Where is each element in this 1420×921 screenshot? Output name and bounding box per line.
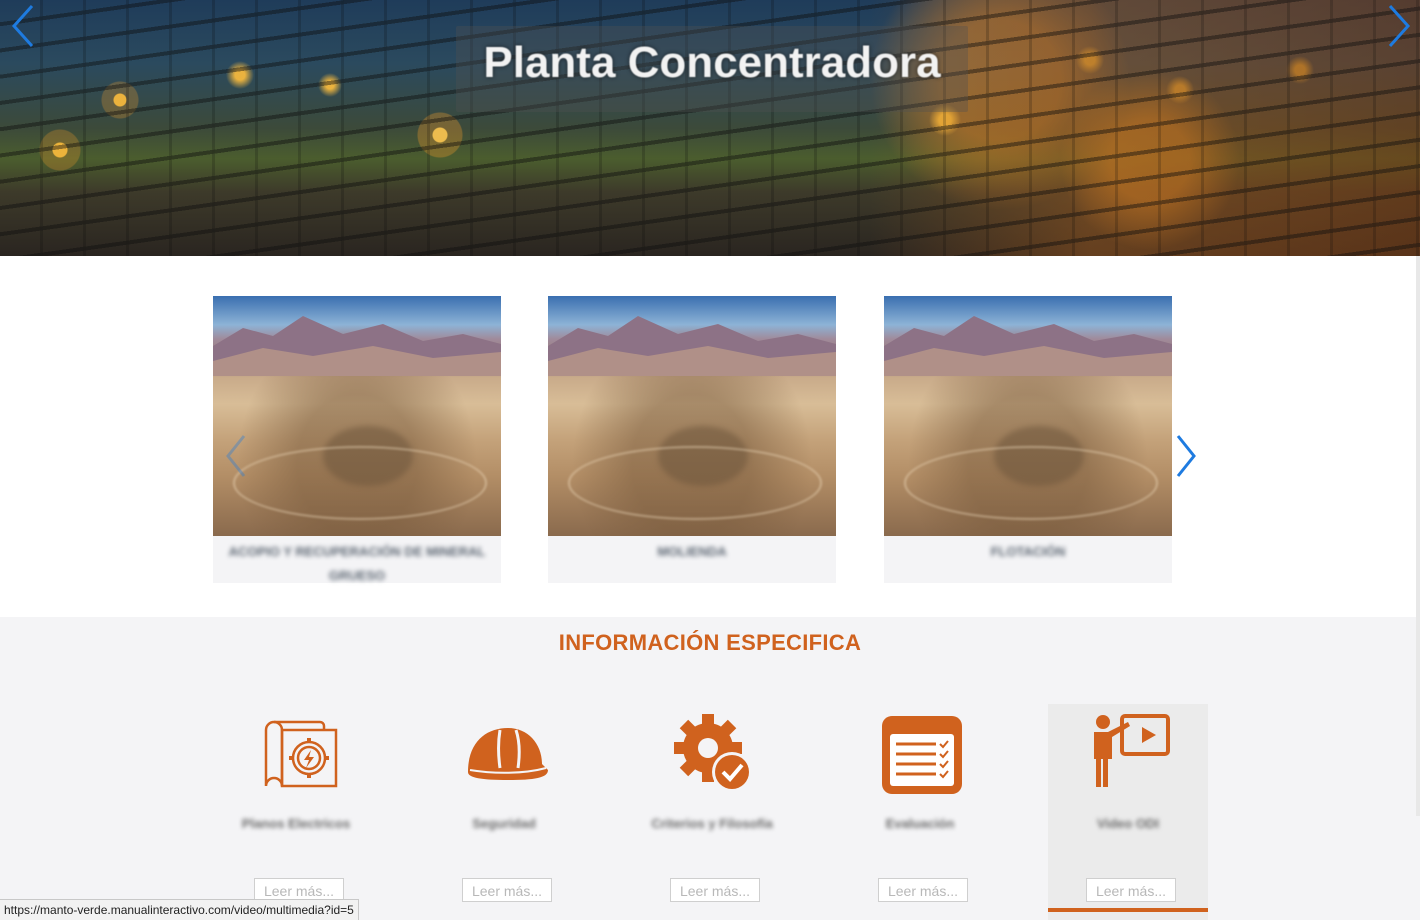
tile-planos-electricos[interactable]: Planos Electricos Leer más...: [216, 704, 376, 920]
card-caption: ACOPIO Y RECUPERACIÓN DE MINERAL GRUESO: [228, 544, 486, 583]
gear-check-icon: [674, 714, 752, 792]
tile-criterios-filosofia[interactable]: Criterios y Filosofía Leer más...: [632, 704, 792, 920]
read-more-button[interactable]: Leer más...: [878, 878, 968, 902]
card-caption: MOLIENDA: [657, 544, 727, 559]
mine-aerial-photo: [213, 296, 501, 536]
tile-label: Planos Electricos: [241, 816, 351, 831]
link-status-bar: https://manto-verde.manualinteractivo.co…: [0, 899, 359, 920]
carousel-card-acopio[interactable]: ACOPIO Y RECUPERACIÓN DE MINERAL GRUESO: [213, 296, 501, 583]
tile-video-odi[interactable]: Video ODI Leer más...: [1048, 704, 1208, 920]
mine-aerial-photo: [884, 296, 1172, 536]
chevron-left-icon: [226, 435, 246, 477]
hero-prev-button[interactable]: [6, 4, 40, 48]
chevron-left-icon: [11, 4, 34, 48]
read-more-button[interactable]: Leer más...: [670, 878, 760, 902]
chevron-right-icon: [1388, 4, 1411, 48]
tile-label: Criterios y Filosofía: [651, 816, 773, 831]
hero-title: Planta Concentradora: [483, 38, 941, 87]
section-title: INFORMACIÓN ESPECIFICA: [558, 630, 862, 655]
checklist-icon: [882, 716, 962, 794]
carousel-card-flotacion[interactable]: FLOTACIÓN: [884, 296, 1172, 583]
card-caption: FLOTACIÓN: [990, 544, 1066, 559]
hero-banner: Planta Concentradora: [0, 0, 1420, 256]
tile-label: Video ODI: [1097, 816, 1159, 831]
hero-next-button[interactable]: [1382, 4, 1416, 48]
read-more-button[interactable]: Leer más...: [1086, 878, 1176, 902]
chevron-right-icon: [1176, 435, 1196, 477]
tile-evaluacion[interactable]: Evaluación Leer más...: [840, 704, 1000, 920]
tile-label: Evaluación: [885, 816, 955, 831]
mine-aerial-photo: [548, 296, 836, 536]
carousel-next-button[interactable]: [1172, 432, 1202, 480]
blueprint-electric-icon: [264, 720, 338, 788]
presenter-video-icon: [1094, 714, 1170, 787]
tile-label: Seguridad: [472, 816, 536, 831]
tile-seguridad[interactable]: Seguridad Leer más...: [424, 704, 584, 920]
hard-hat-icon: [468, 728, 548, 780]
carousel-card-molienda[interactable]: MOLIENDA: [548, 296, 836, 583]
carousel-prev-button[interactable]: [222, 432, 252, 480]
read-more-button[interactable]: Leer más...: [462, 878, 552, 902]
scrollbar-track[interactable]: [1416, 256, 1420, 816]
